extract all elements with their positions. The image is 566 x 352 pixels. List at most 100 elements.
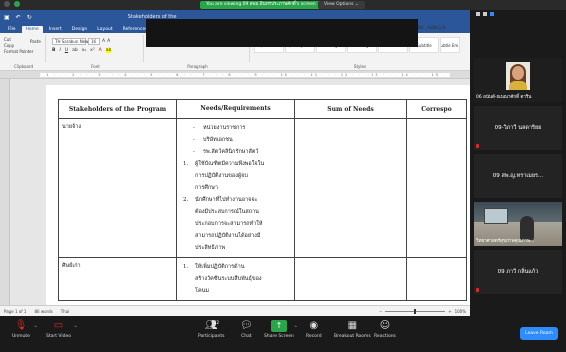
record-icon: ◉: [309, 320, 319, 331]
vertical-ruler[interactable]: [0, 79, 10, 305]
underline-icon[interactable]: U: [65, 48, 68, 53]
zoom-toolbar: 🎙︎ Unmute ^ ▭ Start Video ^ 👥︎ Participa…: [0, 316, 566, 352]
list-number: 2.: [183, 197, 189, 203]
list-text: สามารถปฏิบัติงานได้อย่างมี: [195, 233, 261, 239]
strikethrough-icon[interactable]: ab: [72, 48, 78, 53]
participant-tile[interactable]: 09 ภาวี กลิ่นแก้ว: [474, 250, 562, 294]
participants-button[interactable]: 👥︎ Participants: [198, 320, 224, 339]
superscript-icon[interactable]: x²: [90, 48, 94, 53]
header-sum-of-needs[interactable]: Sum of Needs: [294, 99, 407, 119]
tab-design[interactable]: Design: [68, 26, 92, 33]
share-options-caret-icon[interactable]: ^: [294, 325, 297, 330]
speaker-view-icon[interactable]: [490, 12, 494, 16]
clipboard-label: Clipboard: [13, 64, 34, 69]
chat-button[interactable]: 💬︎ Chat: [240, 320, 253, 339]
word-count[interactable]: 86 words: [34, 309, 52, 314]
copy-button[interactable]: Copy: [4, 43, 14, 48]
font-group: TH Sarabun New 16 A A B I U ab x₂ x² A a…: [48, 35, 144, 69]
leave-room-button[interactable]: Leave Room: [520, 327, 558, 340]
cell-needs-employer[interactable]: หน่วยงานราชการ บริษัทเอกชน รพ.สัตว์คลินิ…: [176, 118, 295, 258]
share-screen-button[interactable]: ↑ Share Screen: [264, 320, 294, 339]
list-text: ให้เพิ่มปฏิบัติการด้าน: [195, 264, 245, 270]
highlight-icon[interactable]: ab: [105, 48, 112, 53]
format-painter-button[interactable]: Format Painter: [4, 49, 33, 54]
header-needs[interactable]: Needs/Requirements: [176, 99, 295, 119]
table-row: นายจ้าง หน่วยงานราชการ บริษัทเอกชน รพ.สั…: [58, 118, 467, 258]
audio-options-caret-icon[interactable]: ^: [34, 325, 37, 330]
record-button[interactable]: ◉ Record: [306, 320, 322, 339]
zoom-slider-thumb[interactable]: [414, 308, 417, 314]
horizontal-ruler[interactable]: · 1 · · · 2 · · · 3 · · · 4 · · · 5 · · …: [0, 71, 470, 79]
stakeholder-table[interactable]: Stakeholders of the Program Needs/Requir…: [58, 99, 467, 301]
zoom-level[interactable]: 100%: [455, 309, 466, 314]
participant-name: วิทยาศาสตร์สุขภาพคุณภาพ...: [476, 239, 535, 244]
font-name-select[interactable]: TH Sarabun New: [52, 38, 88, 45]
participants-count: 22: [214, 320, 220, 325]
save-icon[interactable]: ▣: [4, 14, 10, 21]
tab-insert[interactable]: Insert: [45, 26, 66, 33]
info-icon[interactable]: [4, 1, 10, 7]
paste-button[interactable]: Paste: [30, 39, 41, 44]
minimize-icon[interactable]: [476, 12, 480, 16]
start-video-label: Start Video: [46, 334, 72, 339]
list-text: ผู้ใช้บัณฑิตมีความพึงพอใจใน: [195, 161, 265, 167]
style-subtle-emphasis[interactable]: Subtle Em...: [440, 37, 460, 53]
list-text: การปฏิบัติงานของผู้จบ: [195, 173, 248, 179]
participant-tile[interactable]: 09 สพ.ญ.ทราเมยร...: [474, 154, 562, 198]
cell-sum-alumni[interactable]: [294, 257, 407, 301]
list-item: รพ.สัตว์คลินิกรักษาสัตว์: [181, 146, 290, 158]
bold-icon[interactable]: B: [52, 48, 55, 53]
participant-tile[interactable]: 06 อนันต์-ณนณาศักดิ์ ดาริน: [474, 58, 562, 102]
subscript-icon[interactable]: x₂: [82, 48, 86, 53]
viewing-share-label: You are viewing 09 สพม.อินทรประภาษศักดิ์…: [200, 1, 322, 9]
zoom-slider[interactable]: [385, 308, 446, 314]
italic-icon[interactable]: I: [59, 48, 60, 53]
reactions-label: Reactions: [374, 334, 396, 339]
tab-layout[interactable]: Layout: [93, 26, 116, 33]
cell-stakeholder-employer[interactable]: นายจ้าง: [58, 118, 177, 258]
video-options-caret-icon[interactable]: ^: [74, 325, 77, 330]
cell-sum-employer[interactable]: [294, 118, 407, 258]
page-count[interactable]: Page 1 of 1: [4, 309, 26, 314]
unmute-button[interactable]: 🎙︎ Unmute: [12, 320, 30, 339]
participant-name: 09 สพ.ญ.ทราเมยร...: [492, 173, 544, 179]
word-status-bar: Page 1 of 1 86 words Thai − + 100%: [0, 305, 470, 316]
font-shrink-icon[interactable]: A: [107, 39, 110, 44]
breakout-rooms-button[interactable]: ▦ Breakout Rooms: [334, 320, 371, 339]
cell-correspond-employer[interactable]: [406, 118, 467, 258]
muted-mic-icon: [476, 144, 479, 148]
list-item: 2. นักศึกษาที่ไปทำงานอาจจะ: [181, 194, 290, 206]
font-color-icon[interactable]: A: [99, 48, 102, 53]
list-item: 1. ให้เพิ่มปฏิบัติการด้าน: [181, 261, 290, 273]
cell-stakeholder-alumni[interactable]: ศิษย์เก่า: [58, 257, 177, 301]
cell-needs-alumni[interactable]: 1. ให้เพิ่มปฏิบัติการด้าน สร้างวัคซีนระบบ…: [176, 257, 295, 301]
document-page[interactable]: Stakeholders of the Program Needs/Requir…: [46, 85, 476, 315]
language-indicator[interactable]: Thai: [61, 309, 70, 314]
list-item: 1. ผู้ใช้บัณฑิตมีความพึงพอใจใน: [181, 158, 290, 170]
cell-correspond-alumni[interactable]: [406, 257, 467, 301]
redo-icon[interactable]: ↻: [27, 14, 32, 21]
header-correspond[interactable]: Correspo: [406, 99, 467, 119]
security-shield-icon[interactable]: [14, 1, 20, 7]
list-text: ประกอบการจะสามารถทำให้: [195, 221, 263, 227]
zoom-in-icon[interactable]: +: [448, 309, 451, 314]
start-video-button[interactable]: ▭ Start Video: [46, 320, 71, 339]
view-options-button[interactable]: View Options ⌄: [318, 1, 365, 9]
reactions-button[interactable]: ☺ Reactions: [374, 320, 396, 339]
gallery-controls: [470, 10, 566, 18]
font-grow-icon[interactable]: A: [102, 39, 105, 44]
cut-button[interactable]: Cut: [4, 37, 11, 42]
participant-name: 09 ภาวี กลิ่นแก้ว: [497, 269, 539, 275]
font-label: Font: [91, 64, 100, 69]
font-size-select[interactable]: 16: [88, 38, 100, 45]
zoom-out-icon[interactable]: −: [379, 309, 382, 314]
tab-home[interactable]: Home: [21, 26, 43, 33]
participant-tile[interactable]: 09-วิภาวี นลดาริยย: [474, 106, 562, 150]
style-preview-2: AaBbCcD: [427, 25, 446, 30]
gallery-view-icon[interactable]: [483, 12, 487, 16]
header-stakeholders[interactable]: Stakeholders of the Program: [58, 99, 177, 119]
participant-tile[interactable]: วิทยาศาสตร์สุขภาพคุณภาพ...: [474, 202, 562, 246]
chat-icon: 💬︎: [240, 320, 253, 331]
tab-file[interactable]: File: [4, 26, 20, 33]
undo-icon[interactable]: ↶: [16, 14, 21, 21]
